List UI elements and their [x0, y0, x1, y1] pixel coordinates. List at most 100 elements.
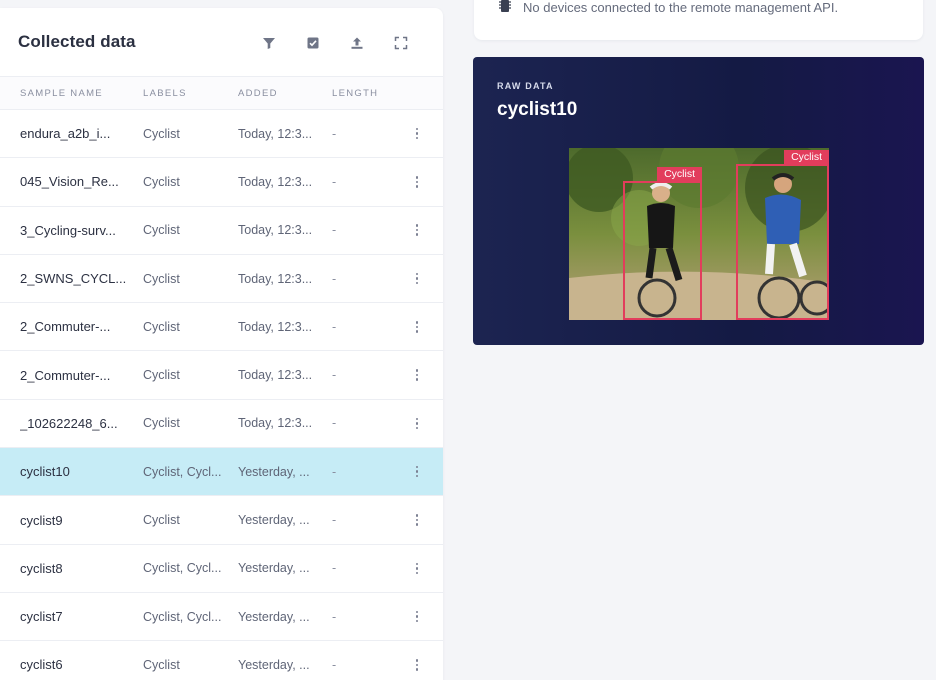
sample-labels: Cyclist [143, 513, 180, 528]
raw-data-card: RAW DATA cyclist10 Cyclist Cyclist [473, 57, 924, 345]
table-row[interactable]: 2_Commuter-... Cyclist Today, 12:3... - [0, 351, 443, 400]
sample-name: cyclist6 [20, 657, 63, 673]
more-options-icon[interactable] [410, 607, 424, 627]
sample-labels: Cyclist [143, 657, 180, 672]
table-header: SAMPLE NAME LABELS ADDED LENGTH [0, 76, 443, 110]
col-length[interactable]: LENGTH [332, 88, 378, 99]
sample-name: 045_Vision_Re... [20, 174, 119, 190]
more-options-icon[interactable] [410, 124, 424, 144]
select-icon [307, 37, 319, 49]
more-options-icon[interactable] [410, 655, 424, 675]
sample-labels: Cyclist [143, 271, 180, 286]
table-row[interactable]: endura_a2b_i... Cyclist Today, 12:3... - [0, 110, 443, 159]
sample-name: 2_Commuter-... [20, 367, 111, 383]
table-row[interactable]: cyclist7 Cyclist, Cycl... Yesterday, ... - [0, 593, 443, 642]
sample-labels: Cyclist, Cycl... [143, 609, 222, 624]
col-sample-name[interactable]: SAMPLE NAME [20, 88, 103, 99]
table-row[interactable]: _102622248_6... Cyclist Today, 12:3... - [0, 400, 443, 449]
expand-icon [394, 36, 408, 50]
toolbar [247, 32, 423, 54]
upload-button[interactable] [335, 32, 379, 54]
devices-card: No devices connected to the remote manag… [474, 0, 923, 40]
sample-added: Yesterday, ... [238, 609, 310, 624]
panel-header: Collected data [0, 8, 443, 76]
sample-labels: Cyclist [143, 416, 180, 431]
raw-data-title: cyclist10 [497, 99, 578, 120]
filter-button[interactable] [247, 32, 291, 54]
sample-name: cyclist8 [20, 560, 63, 576]
panel-title: Collected data [18, 32, 136, 51]
sample-added: Today, 12:3... [238, 126, 313, 141]
sample-length: - [332, 609, 337, 624]
table-row[interactable]: cyclist8 Cyclist, Cycl... Yesterday, ... - [0, 545, 443, 593]
sample-length: - [332, 271, 337, 286]
sample-length: - [332, 319, 337, 334]
sample-name: cyclist9 [20, 512, 63, 528]
sample-labels: Cyclist [143, 174, 180, 189]
sample-length: - [332, 561, 337, 576]
devices-message: No devices connected to the remote manag… [523, 0, 839, 15]
sample-length: - [332, 513, 337, 528]
sample-added: Yesterday, ... [238, 657, 310, 672]
sample-length: - [332, 464, 337, 479]
table-row[interactable]: cyclist9 Cyclist Yesterday, ... - [0, 496, 443, 545]
upload-icon [351, 37, 363, 49]
col-labels[interactable]: LABELS [143, 88, 187, 99]
sample-added: Yesterday, ... [238, 464, 310, 479]
table-row[interactable]: 2_SWNS_CYCL... Cyclist Today, 12:3... - [0, 255, 443, 304]
sample-name: _102622248_6... [20, 415, 118, 431]
sample-list: endura_a2b_i... Cyclist Today, 12:3... -045… [0, 110, 443, 680]
sample-added: Today, 12:3... [238, 174, 313, 189]
sample-added: Yesterday, ... [238, 513, 310, 528]
expand-button[interactable] [379, 32, 423, 54]
sample-labels: Cyclist [143, 368, 180, 383]
sample-added: Today, 12:3... [238, 368, 313, 383]
sample-length: - [332, 657, 337, 672]
sample-length: - [332, 368, 337, 383]
more-options-icon[interactable] [410, 510, 424, 530]
sample-name: 2_SWNS_CYCL... [20, 271, 127, 287]
sample-length: - [332, 174, 337, 189]
more-options-icon[interactable] [410, 172, 424, 192]
raw-data-kicker: RAW DATA [497, 81, 554, 91]
more-options-icon[interactable] [410, 365, 424, 385]
table-row[interactable]: 3_Cycling-surv... Cyclist Today, 12:3... - [0, 207, 443, 255]
sample-name: 3_Cycling-surv... [20, 222, 116, 238]
sample-labels: Cyclist, Cycl... [143, 561, 222, 576]
sample-length: - [332, 126, 337, 141]
col-added[interactable]: ADDED [238, 88, 278, 99]
select-button[interactable] [291, 32, 335, 54]
sample-name: endura_a2b_i... [20, 126, 111, 142]
sample-name: cyclist7 [20, 609, 63, 625]
sample-length: - [332, 223, 337, 238]
more-options-icon[interactable] [410, 317, 424, 337]
sample-added: Yesterday, ... [238, 561, 310, 576]
more-options-icon[interactable] [410, 462, 424, 482]
bbox-label: Cyclist [784, 150, 829, 165]
sample-added: Today, 12:3... [238, 223, 313, 238]
more-options-icon[interactable] [410, 413, 424, 433]
bbox-label: Cyclist [657, 167, 702, 182]
sample-image: Cyclist Cyclist [569, 148, 829, 320]
more-options-icon[interactable] [410, 220, 424, 240]
sample-name: 2_Commuter-... [20, 319, 111, 335]
more-options-icon[interactable] [410, 269, 424, 289]
sample-added: Today, 12:3... [238, 416, 313, 431]
sample-added: Today, 12:3... [238, 271, 313, 286]
more-options-icon[interactable] [410, 558, 424, 578]
bounding-box[interactable]: Cyclist [623, 167, 702, 320]
sample-labels: Cyclist [143, 223, 180, 238]
chip-icon [499, 0, 511, 12]
sample-length: - [332, 416, 337, 431]
table-row[interactable]: 2_Commuter-... Cyclist Today, 12:3... - [0, 303, 443, 352]
table-row[interactable]: cyclist10 Cyclist, Cycl... Yesterday, ... - [0, 448, 443, 497]
sample-added: Today, 12:3... [238, 319, 313, 334]
sample-name: cyclist10 [20, 464, 70, 480]
sample-labels: Cyclist, Cycl... [143, 464, 222, 479]
collected-data-panel: Collected data SAMPLE NAME LABELS ADDED … [0, 8, 443, 680]
table-row[interactable]: cyclist6 Cyclist Yesterday, ... - [0, 641, 443, 680]
filter-icon [263, 38, 275, 49]
bounding-box[interactable]: Cyclist [736, 150, 829, 320]
table-row[interactable]: 045_Vision_Re... Cyclist Today, 12:3... - [0, 158, 443, 207]
sample-labels: Cyclist [143, 126, 180, 141]
